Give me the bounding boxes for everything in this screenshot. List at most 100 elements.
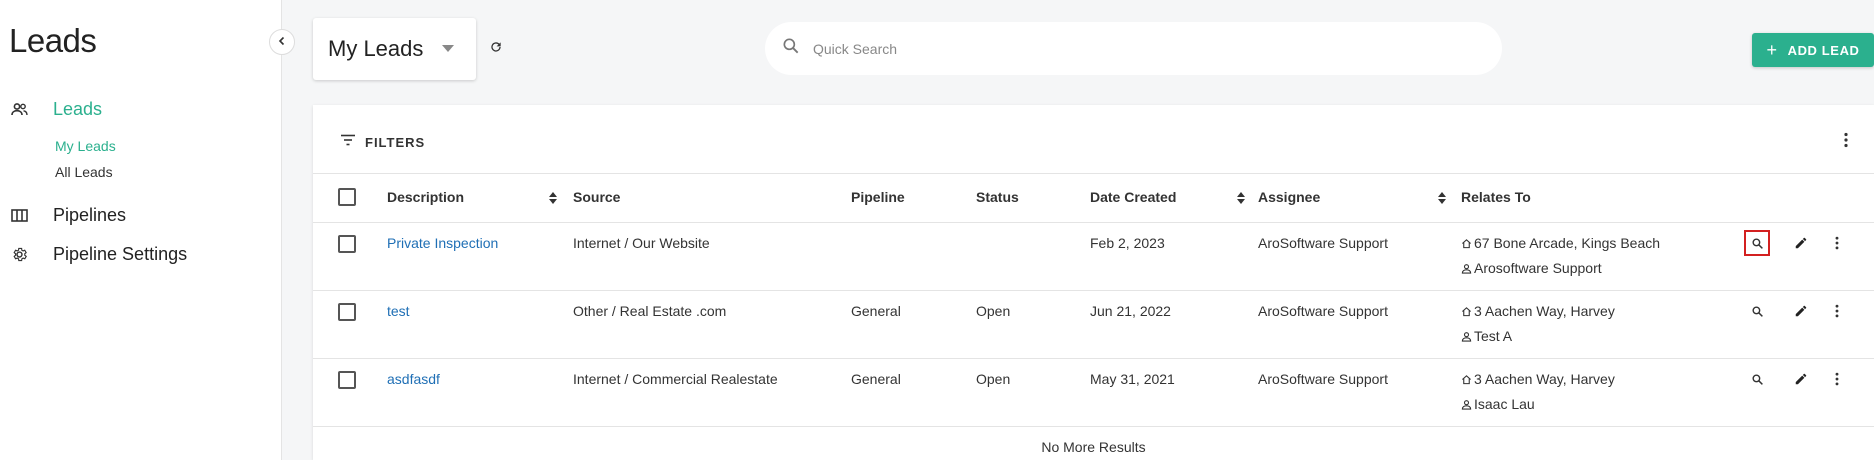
relates-person-text: Isaac Lau: [1474, 396, 1535, 412]
lead-pipeline: General: [851, 371, 901, 387]
person-icon: [1461, 263, 1472, 274]
search-icon: [781, 36, 801, 61]
more-vert-icon: [1835, 236, 1839, 250]
sidebar-title: Leads: [9, 22, 97, 59]
pencil-icon: [1795, 305, 1807, 317]
column-header-assignee[interactable]: Assignee: [1258, 189, 1320, 205]
column-header-source[interactable]: Source: [573, 189, 620, 205]
collapse-sidebar-button[interactable]: [269, 29, 295, 55]
home-icon: [1462, 374, 1471, 384]
caret-down-icon: [442, 45, 454, 52]
select-all-checkbox[interactable]: [338, 188, 356, 206]
row-menu-button[interactable]: [1824, 366, 1850, 392]
relates-address[interactable]: 67 Bone Arcade, Kings Beach: [1461, 235, 1660, 251]
row-menu-button[interactable]: [1824, 230, 1850, 256]
relates-address[interactable]: 3 Aachen Way, Harvey: [1461, 371, 1615, 387]
lead-date-created: Jun 21, 2022: [1090, 303, 1171, 319]
columns-icon: [10, 206, 28, 224]
lead-assignee: AroSoftware Support: [1258, 371, 1388, 387]
relates-person[interactable]: Arosoftware Support: [1461, 260, 1602, 276]
quick-search[interactable]: [765, 22, 1502, 75]
row-menu-button[interactable]: [1824, 298, 1850, 324]
person-icon: [1461, 399, 1472, 410]
view-select-dropdown[interactable]: My Leads: [313, 18, 476, 80]
relates-person-text: Test A: [1474, 328, 1513, 344]
search-icon: [1751, 305, 1763, 317]
view-lead-button[interactable]: [1744, 298, 1770, 324]
refresh-button[interactable]: [487, 40, 505, 58]
sidebar-subitem-all-leads[interactable]: All Leads: [55, 164, 113, 180]
lead-description-link[interactable]: test: [387, 303, 410, 319]
people-icon: [10, 100, 28, 118]
lead-source: Internet / Commercial Realestate: [573, 371, 778, 387]
sidebar: Leads Leads My Leads All Leads Pipelines…: [0, 0, 282, 460]
divider: [313, 426, 1874, 427]
sidebar-item-label: Pipeline Settings: [53, 243, 188, 264]
lead-pipeline: General: [851, 303, 901, 319]
column-header-relates-to[interactable]: Relates To: [1461, 189, 1531, 205]
lead-date-created: Feb 2, 2023: [1090, 235, 1165, 251]
table-menu-button[interactable]: [1837, 131, 1855, 154]
add-lead-button[interactable]: + ADD LEAD: [1752, 33, 1874, 67]
pencil-icon: [1795, 373, 1807, 385]
row-checkbox[interactable]: [338, 235, 356, 253]
lead-assignee: AroSoftware Support: [1258, 303, 1388, 319]
filter-icon: [340, 133, 356, 151]
sidebar-item-pipelines[interactable]: Pipelines: [10, 205, 126, 225]
lead-status: Open: [976, 303, 1011, 319]
sidebar-subitem-my-leads[interactable]: My Leads: [55, 138, 116, 154]
no-more-results-text: No More Results: [1041, 439, 1146, 455]
edit-lead-button[interactable]: [1788, 230, 1814, 256]
more-vert-icon: [1835, 304, 1839, 318]
sort-icon[interactable]: [1437, 191, 1447, 205]
sidebar-item-label: Pipelines: [53, 204, 127, 225]
lead-status: Open: [976, 371, 1011, 387]
relates-address-text: 3 Aachen Way, Harvey: [1474, 371, 1615, 387]
lead-source: Other / Real Estate .com: [573, 303, 727, 319]
column-header-description[interactable]: Description: [387, 189, 464, 205]
add-lead-label: ADD LEAD: [1787, 42, 1860, 58]
column-header-status[interactable]: Status: [976, 189, 1019, 205]
filters-button[interactable]: FILTERS: [340, 133, 425, 151]
row-checkbox[interactable]: [338, 303, 356, 321]
view-lead-button[interactable]: [1744, 366, 1770, 392]
sort-icon[interactable]: [1236, 191, 1246, 205]
person-icon: [1461, 331, 1472, 342]
lead-description-link[interactable]: asdfasdf: [387, 371, 440, 387]
filters-label: FILTERS: [365, 134, 426, 150]
relates-person[interactable]: Isaac Lau: [1461, 396, 1535, 412]
search-input[interactable]: [813, 40, 1413, 57]
sidebar-item-leads[interactable]: Leads: [10, 99, 102, 119]
column-header-date-created[interactable]: Date Created: [1090, 189, 1176, 205]
lead-date-created: May 31, 2021: [1090, 371, 1175, 387]
sidebar-item-pipeline-settings[interactable]: Pipeline Settings: [10, 244, 187, 264]
lead-assignee: AroSoftware Support: [1258, 235, 1388, 251]
divider: [313, 358, 1874, 359]
lead-source: Internet / Our Website: [573, 235, 710, 251]
home-icon: [1462, 306, 1471, 316]
row-checkbox[interactable]: [338, 371, 356, 389]
view-title: My Leads: [328, 36, 424, 61]
sidebar-item-label: Leads: [53, 98, 103, 119]
relates-address-text: 67 Bone Arcade, Kings Beach: [1474, 235, 1661, 251]
view-lead-button[interactable]: [1744, 230, 1770, 256]
divider: [313, 222, 1874, 223]
home-icon: [1462, 238, 1471, 248]
lead-description-link[interactable]: Private Inspection: [387, 235, 498, 251]
plus-icon: +: [1766, 39, 1778, 60]
relates-person[interactable]: Test A: [1461, 328, 1512, 344]
chevron-left-icon: [277, 33, 287, 51]
relates-address[interactable]: 3 Aachen Way, Harvey: [1461, 303, 1615, 319]
more-vert-icon: [1837, 132, 1855, 153]
divider: [313, 173, 1874, 174]
column-header-pipeline[interactable]: Pipeline: [851, 189, 905, 205]
relates-address-text: 3 Aachen Way, Harvey: [1474, 303, 1615, 319]
pencil-icon: [1795, 237, 1807, 249]
edit-lead-button[interactable]: [1788, 366, 1814, 392]
edit-lead-button[interactable]: [1788, 298, 1814, 324]
divider: [313, 290, 1874, 291]
relates-person-text: Arosoftware Support: [1474, 260, 1602, 276]
search-icon: [1751, 237, 1763, 249]
gear-icon: [10, 245, 28, 263]
sort-icon[interactable]: [548, 191, 558, 205]
